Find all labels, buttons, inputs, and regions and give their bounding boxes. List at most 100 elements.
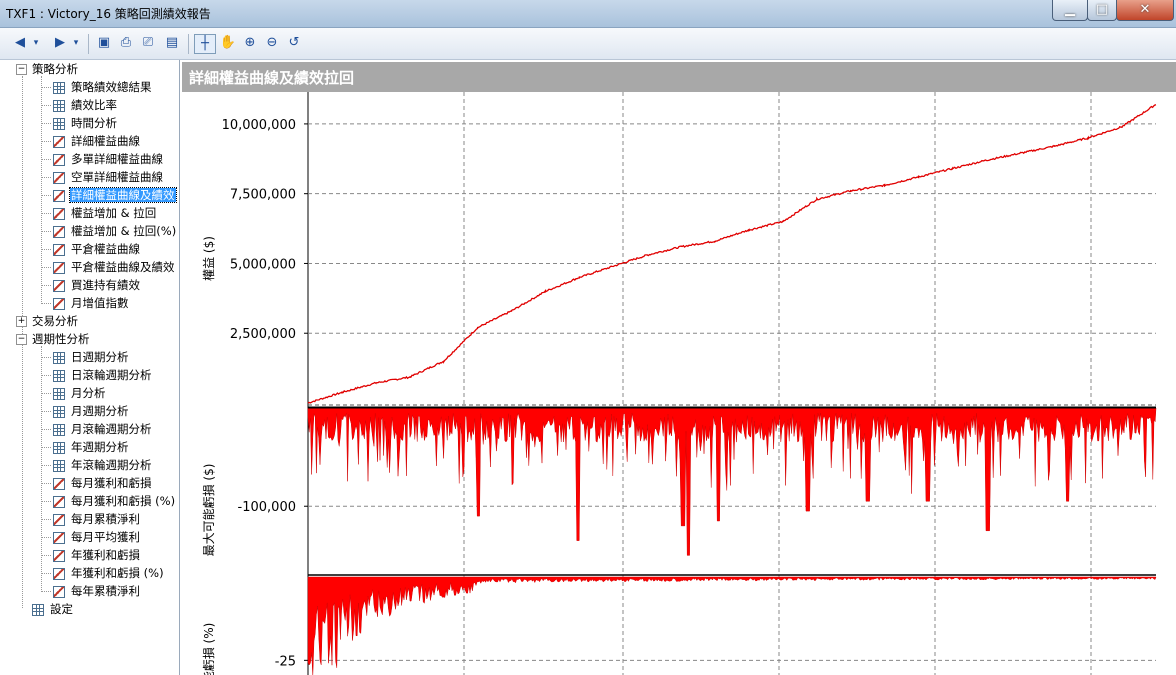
chart-report-icon bbox=[53, 531, 65, 544]
tree-item[interactable]: 年滾輪週期分析 bbox=[53, 457, 153, 473]
table-report-icon bbox=[53, 81, 65, 94]
hand-icon[interactable]: ✋ bbox=[218, 34, 238, 52]
table-report-icon bbox=[53, 441, 65, 454]
back-dropdown-icon[interactable]: ▾ bbox=[30, 34, 42, 52]
tree-item[interactable]: 時間分析 bbox=[53, 115, 118, 131]
tree-line bbox=[41, 393, 51, 394]
tree-item-label: 月滾輪週期分析 bbox=[71, 422, 152, 436]
tree-item[interactable]: 月增值指數 bbox=[53, 295, 130, 311]
tree-item-label: 詳細權益曲線及績效 bbox=[69, 187, 177, 203]
tree-line bbox=[41, 195, 51, 196]
forward-icon[interactable]: ▶ bbox=[50, 34, 70, 52]
tree-line bbox=[41, 141, 51, 142]
toolbar: ◀ ▾ ▶ ▾ ▣ ⎙ ⎚ ▤ ┼ ✋ ⊕ ⊖ ↺ bbox=[0, 28, 1176, 60]
tree-item[interactable]: 月週期分析 bbox=[53, 403, 130, 419]
tree-item[interactable]: 月分析 bbox=[53, 385, 107, 401]
tree-item[interactable]: 日週期分析 bbox=[53, 349, 130, 365]
print-preview-icon[interactable]: ⎙ bbox=[116, 34, 136, 52]
tree-item[interactable]: 每月獲利和虧損 (%) bbox=[53, 493, 176, 509]
tree-line bbox=[41, 303, 51, 304]
tree-line bbox=[41, 87, 51, 88]
tree-line bbox=[41, 501, 51, 502]
tree-item[interactable]: 平倉權益曲線 bbox=[53, 241, 141, 257]
back-icon[interactable]: ◀ bbox=[10, 34, 30, 52]
tree-item-label: 空單詳細權益曲線 bbox=[71, 170, 163, 184]
tree-item[interactable]: 買進持有績效 bbox=[53, 277, 141, 293]
zoom-out-icon[interactable]: ⊖ bbox=[262, 34, 282, 52]
tree-line bbox=[41, 105, 51, 106]
y-tick-label: 2,500,000 bbox=[230, 327, 296, 342]
collapse-icon[interactable]: − bbox=[16, 64, 27, 75]
y-axis-label: 權益 ($) bbox=[202, 236, 216, 281]
table-report-icon bbox=[53, 117, 65, 130]
tree-line bbox=[41, 213, 51, 214]
tree-item-label: 週期性分析 bbox=[32, 332, 90, 346]
tree-line bbox=[41, 177, 51, 178]
tree-item[interactable]: + 交易分析 bbox=[16, 313, 79, 329]
report-tree: − 策略分析策略績效總結果績效比率時間分析詳細權益曲線多單詳細權益曲線空單詳細權益… bbox=[0, 60, 180, 675]
tree-item-label: 每月累積淨利 bbox=[71, 512, 140, 526]
close-button[interactable]: ✕ bbox=[1116, 0, 1174, 21]
tree-item[interactable]: − 週期性分析 bbox=[16, 331, 91, 347]
tree-item[interactable]: 日滾輪週期分析 bbox=[53, 367, 153, 383]
forward-dropdown-icon[interactable]: ▾ bbox=[70, 34, 82, 52]
tree-item-label: 日滾輪週期分析 bbox=[71, 368, 152, 382]
minimize-button[interactable]: ▁ bbox=[1052, 0, 1088, 21]
chart-report-icon bbox=[53, 279, 65, 292]
table-report-icon bbox=[53, 351, 65, 364]
chart-report-icon bbox=[53, 135, 65, 148]
tree-item-label: 年滾輪週期分析 bbox=[71, 458, 152, 472]
tree-item[interactable]: 績效比率 bbox=[53, 97, 118, 113]
tree-item[interactable]: 年獲利和虧損 bbox=[53, 547, 141, 563]
tree-item[interactable]: 每月累積淨利 bbox=[53, 511, 141, 527]
tree-item[interactable]: 每月獲利和虧損 bbox=[53, 475, 153, 491]
tree-item[interactable]: 每年累積淨利 bbox=[53, 583, 141, 599]
tree-item-label: 每年累積淨利 bbox=[71, 584, 140, 598]
tree-item[interactable]: 多單詳細權益曲線 bbox=[53, 151, 164, 167]
title-bar: TXF1 : Victory_16 策略回測績效報告 ▁ □ ✕ bbox=[0, 0, 1176, 28]
tree-item[interactable]: 每月平均獲利 bbox=[53, 529, 141, 545]
tree-item[interactable]: 月滾輪週期分析 bbox=[53, 421, 153, 437]
tree-item[interactable]: 平倉權益曲線及績效 bbox=[53, 259, 176, 275]
maximize-icon: □ bbox=[1095, 2, 1109, 17]
tree-item[interactable]: − 策略分析 bbox=[16, 61, 79, 77]
tree-item[interactable]: 策略績效總結果 bbox=[53, 79, 153, 95]
equity-line bbox=[307, 104, 1157, 404]
maximize-button[interactable]: □ bbox=[1087, 0, 1117, 21]
equity-chart[interactable]: 2,500,000 5,000,000 7,500,000 10,000,000 權益 … bbox=[182, 92, 1176, 675]
tree-item-label: 權益增加 & 拉回(%) bbox=[71, 224, 177, 238]
tree-item-label: 月週期分析 bbox=[71, 404, 129, 418]
table-report-icon bbox=[53, 405, 65, 418]
table-report-icon bbox=[53, 369, 65, 382]
print-icon[interactable]: ⎚ bbox=[138, 34, 158, 52]
save-icon[interactable]: ▣ bbox=[94, 34, 114, 52]
zoom-in-icon[interactable]: ⊕ bbox=[240, 34, 260, 52]
tree-item-label: 策略績效總結果 bbox=[71, 80, 152, 94]
tree-item[interactable]: 詳細權益曲線及績效 bbox=[53, 187, 177, 203]
tree-item-label: 每月平均獲利 bbox=[71, 530, 140, 544]
tree-item[interactable]: 詳細權益曲線 bbox=[53, 133, 141, 149]
collapse-icon[interactable]: − bbox=[16, 334, 27, 345]
tree-item[interactable]: 設定 bbox=[16, 601, 74, 617]
tree-item[interactable]: 權益增加 & 拉回(%) bbox=[53, 223, 177, 239]
tree-item[interactable]: 空單詳細權益曲線 bbox=[53, 169, 164, 185]
tree-line bbox=[41, 573, 51, 574]
expand-icon[interactable]: + bbox=[16, 316, 27, 327]
report-icon[interactable]: ▤ bbox=[162, 34, 182, 52]
chart-report-icon bbox=[53, 513, 65, 526]
reset-zoom-icon[interactable]: ↺ bbox=[284, 34, 304, 52]
chart-report-icon bbox=[53, 261, 65, 274]
tree-item[interactable]: 年週期分析 bbox=[53, 439, 130, 455]
y-tick-label: 7,500,000 bbox=[230, 188, 296, 203]
tree-item[interactable]: 權益增加 & 拉回 bbox=[53, 205, 157, 221]
chart-report-icon bbox=[53, 477, 65, 490]
chart-report-icon bbox=[53, 225, 65, 238]
tree-line bbox=[41, 159, 51, 160]
crosshair-icon[interactable]: ┼ bbox=[194, 34, 216, 54]
tree-item-label: 平倉權益曲線及績效 bbox=[71, 260, 175, 274]
tree-line bbox=[41, 231, 51, 232]
chart-panel: 詳細權益曲線及績效拉回 2,500,000 5,000,000 7,500,000 1… bbox=[182, 60, 1176, 675]
tree-item-label: 時間分析 bbox=[71, 116, 117, 130]
tree-item[interactable]: 年獲利和虧損 (%) bbox=[53, 565, 165, 581]
chart-report-icon bbox=[53, 243, 65, 256]
